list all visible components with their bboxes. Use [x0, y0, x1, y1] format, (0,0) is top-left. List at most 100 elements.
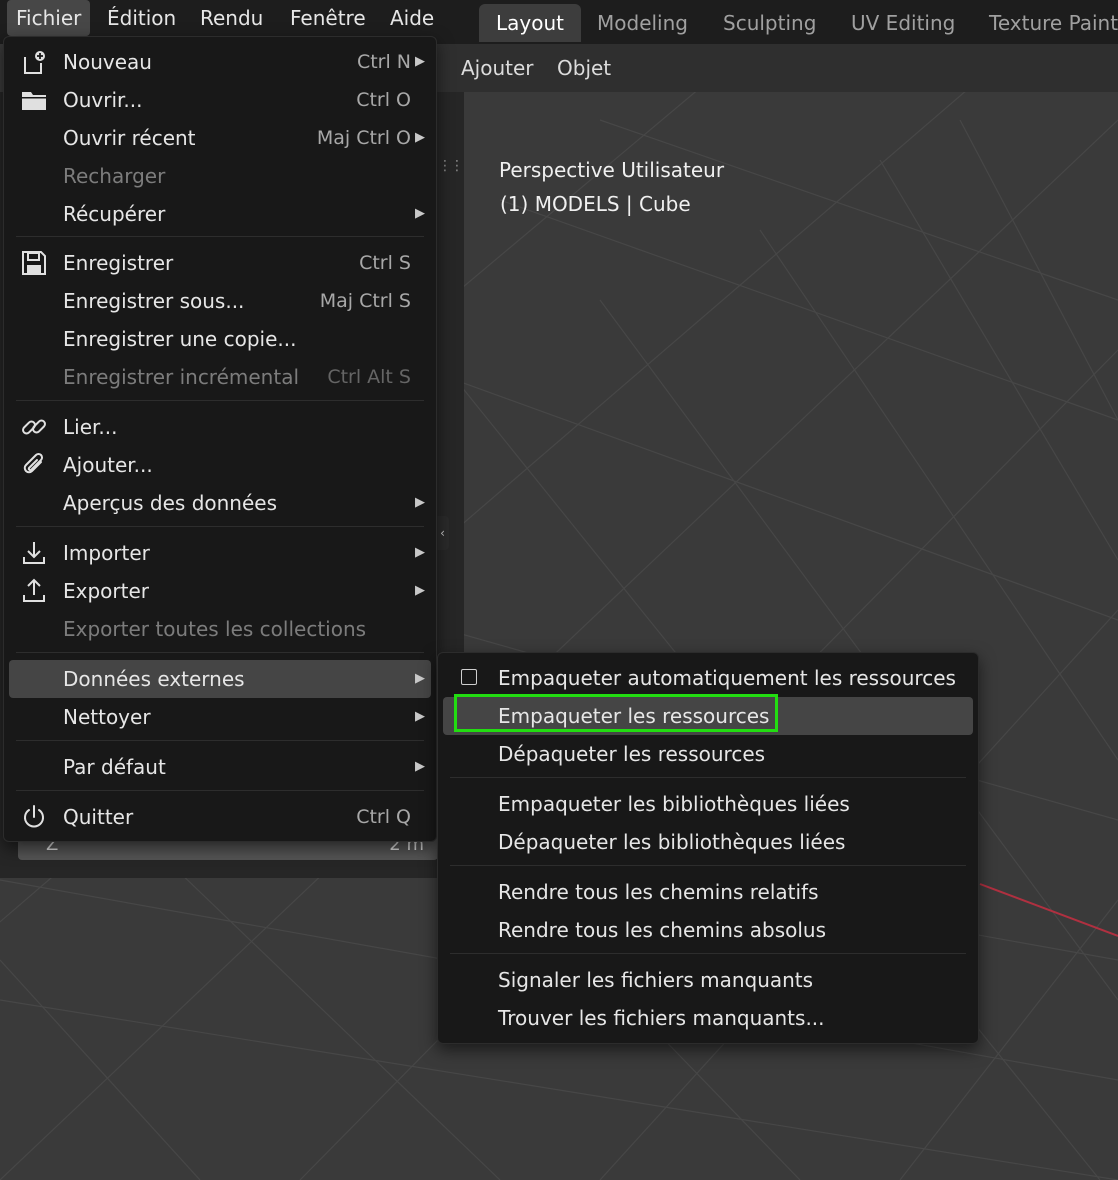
menu-item-label: Récupérer — [63, 202, 166, 226]
menu-item-label: Recharger — [63, 164, 166, 188]
link-icon — [22, 419, 46, 435]
menu-render[interactable]: Rendu — [191, 0, 272, 36]
tab-modeling[interactable]: Modeling — [580, 4, 705, 42]
menu-item-pack-linked-libraries[interactable]: Empaqueter les bibliothèques liées — [443, 785, 973, 823]
menu-separator — [16, 790, 424, 791]
menu-item-revert: Recharger — [9, 157, 431, 195]
menu-edit[interactable]: Édition — [98, 0, 185, 36]
menu-item-shortcut: Maj Ctrl O — [316, 127, 411, 149]
menu-item-open-recent[interactable]: Ouvrir récent Maj Ctrl O ▶ — [9, 119, 431, 157]
submenu-arrow-icon: ▶ — [415, 759, 425, 774]
export-icon — [23, 578, 45, 602]
submenu-arrow-icon: ▶ — [415, 583, 425, 598]
menu-item-make-paths-relative[interactable]: Rendre tous les chemins relatifs — [443, 873, 973, 911]
menu-separator — [450, 865, 966, 866]
submenu-arrow-icon: ▶ — [415, 54, 425, 69]
viewport-header: Ajouter Objet — [437, 44, 1118, 92]
menu-item-shortcut: Ctrl O — [356, 89, 411, 111]
menu-item-append[interactable]: Ajouter... — [9, 446, 431, 484]
menu-item-external-data[interactable]: Données externes ▶ — [9, 660, 431, 698]
menu-separator — [16, 740, 424, 741]
menu-item-label: Importer — [63, 541, 150, 565]
menu-item-shortcut: Ctrl S — [359, 252, 411, 274]
menu-item-open[interactable]: Ouvrir... Ctrl O — [9, 81, 431, 119]
menu-item-save-copy[interactable]: Enregistrer une copie... — [9, 320, 431, 358]
save-icon — [22, 251, 46, 275]
menu-item-link[interactable]: Lier... — [9, 408, 431, 446]
menu-item-label: Nouveau — [63, 50, 152, 74]
menu-item-label: Par défaut — [63, 755, 166, 779]
menu-item-label: Trouver les fichiers manquants... — [498, 1006, 825, 1030]
menu-item-new[interactable]: Nouveau Ctrl N ▶ — [9, 43, 431, 81]
tab-sculpting[interactable]: Sculpting — [706, 4, 833, 42]
power-icon — [24, 805, 44, 828]
menu-separator — [16, 400, 424, 401]
menu-item-label: Nettoyer — [63, 705, 151, 729]
folder-icon — [22, 92, 46, 110]
menu-item-report-missing-files[interactable]: Signaler les fichiers manquants — [443, 961, 973, 999]
menu-item-unpack-linked-libraries[interactable]: Dépaqueter les bibliothèques liées — [443, 823, 973, 861]
drag-handle-icon[interactable]: ⋮⋮ — [438, 158, 464, 174]
menu-item-autopack[interactable]: Empaqueter automatiquement les ressource… — [443, 659, 973, 697]
tab-texture-paint[interactable]: Texture Paint — [972, 4, 1118, 42]
menu-item-label: Enregistrer une copie... — [63, 327, 297, 351]
menu-item-defaults[interactable]: Par défaut ▶ — [9, 748, 431, 786]
menu-separator — [450, 777, 966, 778]
menu-item-shortcut: Ctrl N — [356, 51, 411, 73]
menu-item-shortcut: Ctrl Q — [356, 806, 411, 828]
menu-item-label: Signaler les fichiers manquants — [498, 968, 814, 992]
new-file-icon — [24, 51, 45, 74]
menu-item-shortcut: Ctrl Alt S — [327, 366, 411, 388]
file-menu: Nouveau Ctrl N ▶ Ouvrir... Ctrl O Ouvrir… — [3, 36, 437, 842]
menu-item-export[interactable]: Exporter ▶ — [9, 572, 431, 610]
menu-item-clean-up[interactable]: Nettoyer ▶ — [9, 698, 431, 736]
menu-item-label: Lier... — [63, 415, 118, 439]
viewport-menu-add[interactable]: Ajouter — [461, 44, 534, 92]
menu-window[interactable]: Fenêtre — [281, 0, 375, 36]
menu-item-unpack-resources[interactable]: Dépaqueter les ressources — [443, 735, 973, 773]
menu-item-quit[interactable]: Quitter Ctrl Q — [9, 798, 431, 836]
menu-item-label: Enregistrer incrémental — [63, 365, 300, 389]
panel-toggle-icon[interactable]: ‹ — [436, 516, 449, 550]
menu-item-save[interactable]: Enregistrer Ctrl S — [9, 244, 431, 282]
menu-item-label: Dépaqueter les ressources — [498, 742, 766, 766]
menu-item-label: Empaqueter automatiquement les ressource… — [498, 666, 956, 690]
autopack-checkbox[interactable] — [461, 669, 477, 685]
import-icon — [23, 542, 45, 564]
menu-item-label: Exporter toutes les collections — [63, 617, 367, 641]
menu-item-label: Rendre tous les chemins relatifs — [498, 880, 819, 904]
menu-separator — [450, 953, 966, 954]
menu-item-label: Quitter — [63, 805, 134, 829]
menu-item-recover[interactable]: Récupérer ▶ — [9, 195, 431, 233]
submenu-arrow-icon: ▶ — [415, 671, 425, 686]
menu-item-label: Aperçus des données — [63, 491, 278, 515]
menu-item-label: Exporter — [63, 579, 149, 603]
highlight-box — [454, 694, 778, 732]
menu-separator — [16, 652, 424, 653]
submenu-arrow-icon: ▶ — [415, 206, 425, 221]
menu-help[interactable]: Aide — [381, 0, 443, 36]
menu-item-export-all-collections: Exporter toutes les collections — [9, 610, 431, 648]
menu-file[interactable]: Fichier — [7, 0, 91, 36]
menu-item-label: Données externes — [63, 667, 245, 691]
submenu-arrow-icon: ▶ — [415, 130, 425, 145]
viewport-view-name: Perspective Utilisateur — [499, 158, 725, 182]
menu-item-label: Dépaqueter les bibliothèques liées — [498, 830, 846, 854]
viewport-menu-object[interactable]: Objet — [557, 44, 611, 92]
menu-item-label: Rendre tous les chemins absolus — [498, 918, 827, 942]
append-icon — [23, 452, 44, 474]
menu-item-label: Enregistrer sous... — [63, 289, 245, 313]
menu-item-make-paths-absolute[interactable]: Rendre tous les chemins absolus — [443, 911, 973, 949]
menu-item-label: Ajouter... — [63, 453, 153, 477]
submenu-arrow-icon: ▶ — [415, 709, 425, 724]
menu-item-data-previews[interactable]: Aperçus des données ▶ — [9, 484, 431, 522]
tab-layout[interactable]: Layout — [479, 4, 581, 42]
menu-separator — [16, 236, 424, 237]
menu-item-find-missing-files[interactable]: Trouver les fichiers manquants... — [443, 999, 973, 1037]
menu-item-import[interactable]: Importer ▶ — [9, 534, 431, 572]
viewport-object-info: (1) MODELS | Cube — [500, 192, 691, 216]
menu-item-label: Empaqueter les bibliothèques liées — [498, 792, 850, 816]
menu-item-save-as[interactable]: Enregistrer sous... Maj Ctrl S — [9, 282, 431, 320]
tab-uv-editing[interactable]: UV Editing — [834, 4, 972, 42]
menu-item-save-incremental: Enregistrer incrémental Ctrl Alt S — [9, 358, 431, 396]
